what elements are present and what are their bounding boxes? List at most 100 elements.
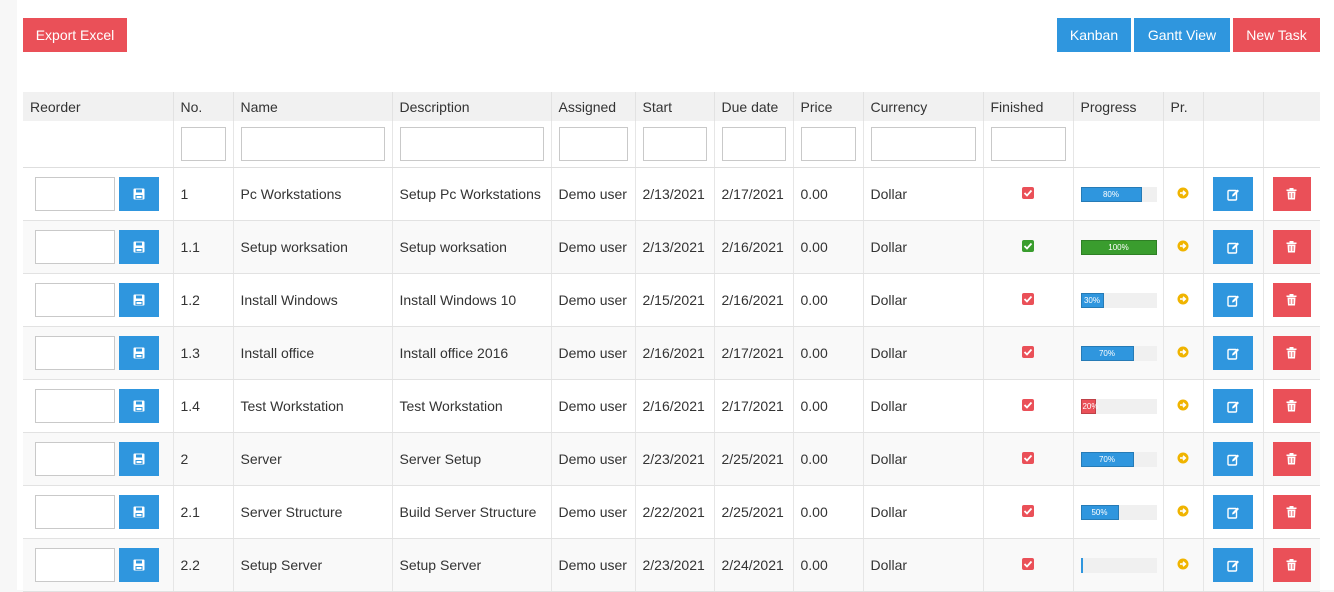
edit-icon xyxy=(1226,507,1239,519)
cell-name: Test Workstation xyxy=(233,379,393,433)
edit-button[interactable] xyxy=(1213,283,1253,317)
filter-finished-input[interactable] xyxy=(990,127,1066,161)
reorder-input[interactable] xyxy=(35,442,115,476)
arrow-circle-right-icon[interactable] xyxy=(1177,346,1189,358)
reorder-input[interactable] xyxy=(35,548,115,582)
edit-button[interactable] xyxy=(1213,336,1253,370)
checkbox-checked-icon[interactable] xyxy=(1022,240,1034,252)
col-priority[interactable]: Pr. xyxy=(1163,92,1204,121)
filter-start-input[interactable] xyxy=(642,127,707,161)
trash-icon xyxy=(1286,453,1297,465)
reorder-input[interactable] xyxy=(35,495,115,529)
cell-assigned: Demo user xyxy=(551,167,636,221)
cell-name: Server xyxy=(233,432,393,486)
reorder-input[interactable] xyxy=(35,389,115,423)
cell-price: 0.00 xyxy=(793,273,864,327)
filter-description-input[interactable] xyxy=(399,127,544,161)
floppy-disk-icon xyxy=(133,347,145,359)
col-edit xyxy=(1203,92,1264,121)
edit-button[interactable] xyxy=(1213,230,1253,264)
delete-button[interactable] xyxy=(1272,283,1311,317)
progress-bar: 100% xyxy=(1080,239,1157,255)
cell-description: Setup worksation xyxy=(392,220,552,274)
col-description[interactable]: Description xyxy=(392,92,552,121)
cell-start: 2/23/2021 xyxy=(635,432,715,486)
col-currency[interactable]: Currency xyxy=(863,92,984,121)
export-excel-button[interactable]: Export Excel xyxy=(23,18,127,52)
reorder-input[interactable] xyxy=(35,230,115,264)
checkbox-checked-icon[interactable] xyxy=(1022,346,1034,358)
reorder-input[interactable] xyxy=(35,177,115,211)
col-finished[interactable]: Finished xyxy=(983,92,1074,121)
filter-assigned-input[interactable] xyxy=(558,127,628,161)
delete-button[interactable] xyxy=(1272,389,1311,423)
arrow-circle-right-icon[interactable] xyxy=(1177,452,1189,464)
checkbox-checked-icon[interactable] xyxy=(1022,558,1034,570)
cell-no: 1.4 xyxy=(173,379,234,433)
delete-button[interactable] xyxy=(1272,336,1311,370)
cell-price: 0.00 xyxy=(793,485,864,539)
filter-price-input[interactable] xyxy=(800,127,856,161)
save-order-button[interactable] xyxy=(119,495,159,529)
cell-due-date: 2/25/2021 xyxy=(714,485,794,539)
filter-due-date-input[interactable] xyxy=(721,127,786,161)
trash-icon xyxy=(1286,188,1297,200)
save-order-button[interactable] xyxy=(119,442,159,476)
filter-no-input[interactable] xyxy=(180,127,226,161)
delete-button[interactable] xyxy=(1272,548,1311,582)
gantt-view-button[interactable]: Gantt View xyxy=(1134,18,1230,52)
col-price[interactable]: Price xyxy=(793,92,864,121)
filter-name-input[interactable] xyxy=(240,127,385,161)
edit-button[interactable] xyxy=(1213,177,1253,211)
cell-due-date: 2/16/2021 xyxy=(714,273,794,327)
arrow-circle-right-icon[interactable] xyxy=(1177,187,1189,199)
edit-button[interactable] xyxy=(1213,389,1253,423)
cell-currency: Dollar xyxy=(863,326,984,380)
edit-button[interactable] xyxy=(1213,495,1253,529)
arrow-circle-right-icon[interactable] xyxy=(1177,240,1189,252)
cell-description: Setup Pc Workstations xyxy=(392,167,552,221)
delete-button[interactable] xyxy=(1272,230,1311,264)
delete-button[interactable] xyxy=(1272,177,1311,211)
kanban-button[interactable]: Kanban xyxy=(1057,18,1131,52)
task-table: Reorder No. Name Description Assigned St… xyxy=(23,92,1320,592)
col-name[interactable]: Name xyxy=(233,92,393,121)
filter-currency-input[interactable] xyxy=(870,127,976,161)
checkbox-checked-icon[interactable] xyxy=(1022,399,1034,411)
col-start[interactable]: Start xyxy=(635,92,715,121)
arrow-circle-right-icon[interactable] xyxy=(1177,293,1189,305)
new-task-button[interactable]: New Task xyxy=(1233,18,1320,52)
reorder-input[interactable] xyxy=(35,336,115,370)
col-assigned[interactable]: Assigned xyxy=(551,92,636,121)
cell-due-date: 2/17/2021 xyxy=(714,379,794,433)
save-order-button[interactable] xyxy=(119,283,159,317)
delete-button[interactable] xyxy=(1272,495,1311,529)
save-order-button[interactable] xyxy=(119,230,159,264)
progress-label: 70% xyxy=(1098,348,1115,358)
progress-label: 80% xyxy=(1102,189,1119,199)
checkbox-checked-icon[interactable] xyxy=(1022,187,1034,199)
col-due-date[interactable]: Due date xyxy=(714,92,794,121)
arrow-circle-right-icon[interactable] xyxy=(1177,399,1189,411)
checkbox-checked-icon[interactable] xyxy=(1022,452,1034,464)
save-order-button[interactable] xyxy=(119,336,159,370)
save-order-button[interactable] xyxy=(119,548,159,582)
save-order-button[interactable] xyxy=(119,177,159,211)
edit-button[interactable] xyxy=(1213,548,1253,582)
edit-button[interactable] xyxy=(1213,442,1253,476)
save-order-button[interactable] xyxy=(119,389,159,423)
arrow-circle-right-icon[interactable] xyxy=(1177,505,1189,517)
progress-bar: 50% xyxy=(1080,504,1157,520)
checkbox-checked-icon[interactable] xyxy=(1022,293,1034,305)
cell-description: Server Setup xyxy=(392,432,552,486)
delete-button[interactable] xyxy=(1272,442,1311,476)
reorder-input[interactable] xyxy=(35,283,115,317)
checkbox-checked-icon[interactable] xyxy=(1022,505,1034,517)
progress-bar: 80% xyxy=(1080,186,1157,202)
arrow-circle-right-icon[interactable] xyxy=(1177,558,1189,570)
col-progress[interactable]: Progress xyxy=(1073,92,1164,121)
cell-start: 2/13/2021 xyxy=(635,167,715,221)
col-no[interactable]: No. xyxy=(173,92,234,121)
col-reorder[interactable]: Reorder xyxy=(23,92,174,121)
progress-bar: 70% xyxy=(1080,451,1157,467)
